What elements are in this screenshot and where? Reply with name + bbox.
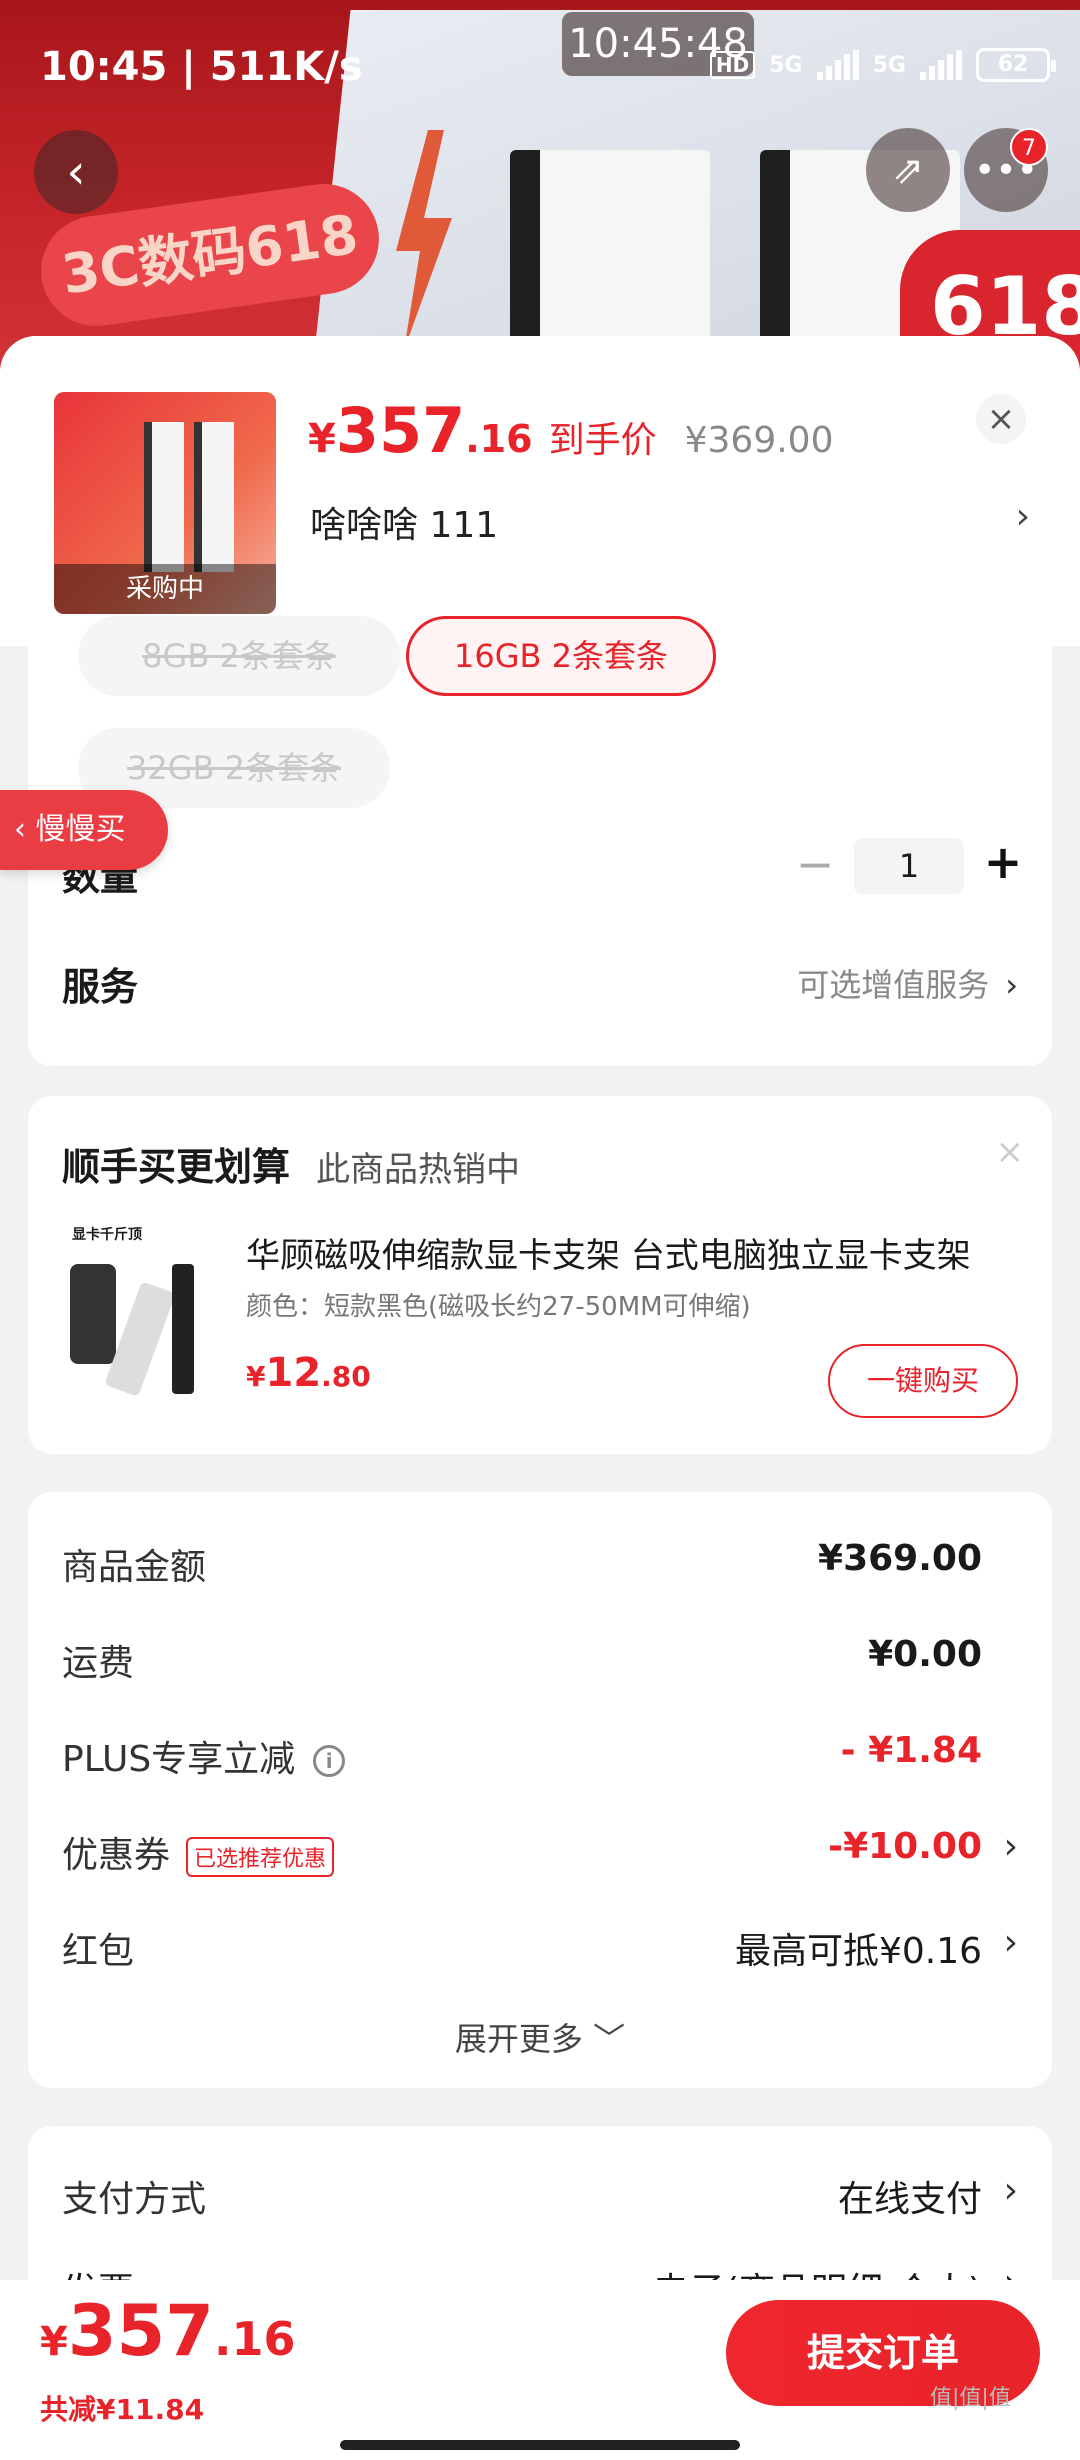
close-icon: × <box>995 1132 1025 1172</box>
service-value: 可选增值服务 <box>797 966 990 1004</box>
plus-label: PLUS专享立减 <box>62 1739 296 1780</box>
one-click-buy-button[interactable]: 一键购买 <box>828 1344 1018 1418</box>
summary-value: 最高可抵¥0.16 <box>734 1931 982 1972</box>
summary-value: ¥369.00 <box>818 1538 982 1579</box>
ram-stick-image <box>144 422 184 572</box>
summary-label: 商品金额 <box>62 1547 207 1588</box>
bracket-image <box>70 1264 116 1364</box>
home-indicator[interactable] <box>340 2440 740 2450</box>
network-label: 5G <box>769 52 803 78</box>
price-integer: 12 <box>265 1350 322 1396</box>
product-thumbnail[interactable]: 采购中 <box>54 392 276 614</box>
summary-value: - ¥1.84 <box>840 1730 982 1771</box>
summary-row-redpacket[interactable]: 红包 最高可抵¥0.16 › <box>62 1914 1018 1974</box>
bundle-image-caption: 显卡千斤顶 <box>72 1227 142 1243</box>
selected-spec[interactable]: 啥啥啥 111 › <box>310 496 1030 548</box>
bundle-price: ¥12.80 <box>246 1350 371 1396</box>
summary-value: -¥10.00 <box>828 1826 982 1867</box>
bundle-product-image[interactable]: 显卡千斤顶 <box>62 1224 232 1397</box>
final-price-tag: 到手价 <box>548 420 657 461</box>
expand-more-button[interactable]: 展开更多 ﹀ <box>28 2014 1052 2060</box>
chevron-right-icon: › <box>1003 1922 1018 1963</box>
summary-label: 优惠券 已选推荐优惠 <box>62 1826 335 1878</box>
expand-label: 展开更多 <box>454 2020 583 2058</box>
sheet-header: 采购中 ¥ 357 .16 到手价 ¥369.00 × 啥啥啥 111 › <box>0 336 1080 646</box>
summary-label: 红包 <box>62 1931 135 1972</box>
summary-row-plus: PLUS专享立减 i - ¥1.84 <box>62 1722 1018 1782</box>
price-symbol: ¥ <box>308 416 336 462</box>
order-sheet: 采购中 ¥ 357 .16 到手价 ¥369.00 × 啥啥啥 111 › 8G… <box>0 336 1080 2460</box>
price-decimal: .80 <box>321 1360 371 1393</box>
chevron-right-icon: › <box>1005 966 1018 1004</box>
signal-icon <box>920 50 962 80</box>
summary-row-goods: 商品金额 ¥369.00 <box>62 1530 1018 1590</box>
price-integer: 357 <box>67 2290 214 2372</box>
network-label: 5G <box>872 52 906 78</box>
original-price: ¥369.00 <box>684 420 834 461</box>
price-symbol: ¥ <box>40 2319 68 2365</box>
chevron-right-icon: › <box>1003 2170 1018 2211</box>
chevron-right-icon: › <box>1015 496 1030 537</box>
coupon-label: 优惠券 <box>62 1835 171 1876</box>
notification-badge: 7 <box>1010 128 1048 166</box>
signal-icon <box>816 50 859 80</box>
chevron-down-icon: ﹀ <box>593 2020 626 2058</box>
spec-text: 啥啥啥 111 <box>310 505 499 546</box>
total-savings: 共减¥11.84 <box>40 2393 205 2426</box>
bundle-close-button[interactable]: × <box>996 1132 1025 1172</box>
status-bar: 10:45 | 511K/s 10:45:48 HD 5G 5G 62 <box>0 0 1080 130</box>
quantity-input[interactable]: 1 <box>854 838 964 894</box>
options-card: 8GB 2条套条 16GB 2条套条 32GB 2条套条 数量 − 1 + 服务… <box>28 616 1052 1066</box>
payment-method-row[interactable]: 支付方式 在线支付 › <box>62 2170 1018 2222</box>
slow-buy-tag[interactable]: ‹ 慢慢买 <box>0 790 168 870</box>
bundle-product-name[interactable]: 华顾磁吸伸缩款显卡支架 台式电脑独立显卡支架 <box>246 1228 1026 1277</box>
summary-label: PLUS专享立减 i <box>62 1730 346 1782</box>
total-price: ¥ 357 .16 <box>40 2290 295 2372</box>
summary-value: ¥0.00 <box>868 1634 982 1675</box>
price-summary-card: 商品金额 ¥369.00 运费 ¥0.00 PLUS专享立减 i - ¥1.84 … <box>28 1492 1052 2088</box>
chevron-right-icon: › <box>1003 1826 1018 1867</box>
price-integer: 357 <box>335 394 466 467</box>
chevron-left-icon: ‹ <box>14 812 36 847</box>
status-indicators: HD 5G 5G 62 <box>709 48 1056 82</box>
price-decimal: .16 <box>465 417 533 461</box>
option-chip-8gb[interactable]: 8GB 2条套条 <box>78 616 400 696</box>
hd-icon: HD <box>709 51 756 79</box>
option-chip-16gb[interactable]: 16GB 2条套条 <box>406 616 716 696</box>
ram-stick-image <box>194 422 234 572</box>
price-decimal: .16 <box>213 2312 296 2366</box>
chevron-left-icon: ‹ <box>66 144 86 200</box>
status-time: 10:45 | 511K/s <box>40 44 363 90</box>
summary-row-coupon[interactable]: 优惠券 已选推荐优惠 -¥10.00 › <box>62 1818 1018 1878</box>
service-selector[interactable]: 可选增值服务 › <box>797 960 1018 1006</box>
watermark: 值|值|值 <box>930 2386 1011 2411</box>
summary-label: 运费 <box>62 1643 135 1684</box>
bundle-title: 顺手买更划算 <box>62 1145 291 1189</box>
checkout-bar: ¥ 357 .16 共减¥11.84 提交订单 <box>0 2280 1080 2460</box>
bundle-subtitle: 此商品热销中 <box>316 1150 520 1190</box>
coupon-tag: 已选推荐优惠 <box>186 1837 335 1877</box>
share-icon: ⇗ <box>892 148 924 192</box>
close-icon: × <box>986 399 1016 439</box>
price-symbol: ¥ <box>246 1360 266 1393</box>
bundle-product-attr: 颜色：短款黑色(磁吸长约27-50MM可伸缩) <box>246 1292 751 1322</box>
payment-value: 在线支付 <box>837 2179 982 2220</box>
price-row: ¥ 357 .16 到手价 ¥369.00 <box>308 394 833 467</box>
quantity-increase-button[interactable]: + <box>978 834 1028 890</box>
bracket-image <box>172 1264 194 1394</box>
info-icon[interactable]: i <box>313 1745 346 1777</box>
quantity-decrease-button[interactable]: − <box>790 836 840 892</box>
thumbnail-status: 采购中 <box>54 564 276 614</box>
service-label: 服务 <box>62 965 139 1009</box>
back-button[interactable]: ‹ <box>34 130 118 214</box>
bundle-card: 顺手买更划算 此商品热销中 × 显卡千斤顶 华顾磁吸伸缩款显卡支架 台式电脑独立… <box>28 1096 1052 1454</box>
share-button[interactable]: ⇗ <box>866 128 950 212</box>
summary-row-shipping: 运费 ¥0.00 <box>62 1626 1018 1686</box>
battery-icon: 62 <box>976 48 1056 82</box>
payment-label: 支付方式 <box>62 2179 207 2220</box>
slow-buy-label: 慢慢买 <box>35 812 126 847</box>
close-button[interactable]: × <box>976 394 1026 444</box>
